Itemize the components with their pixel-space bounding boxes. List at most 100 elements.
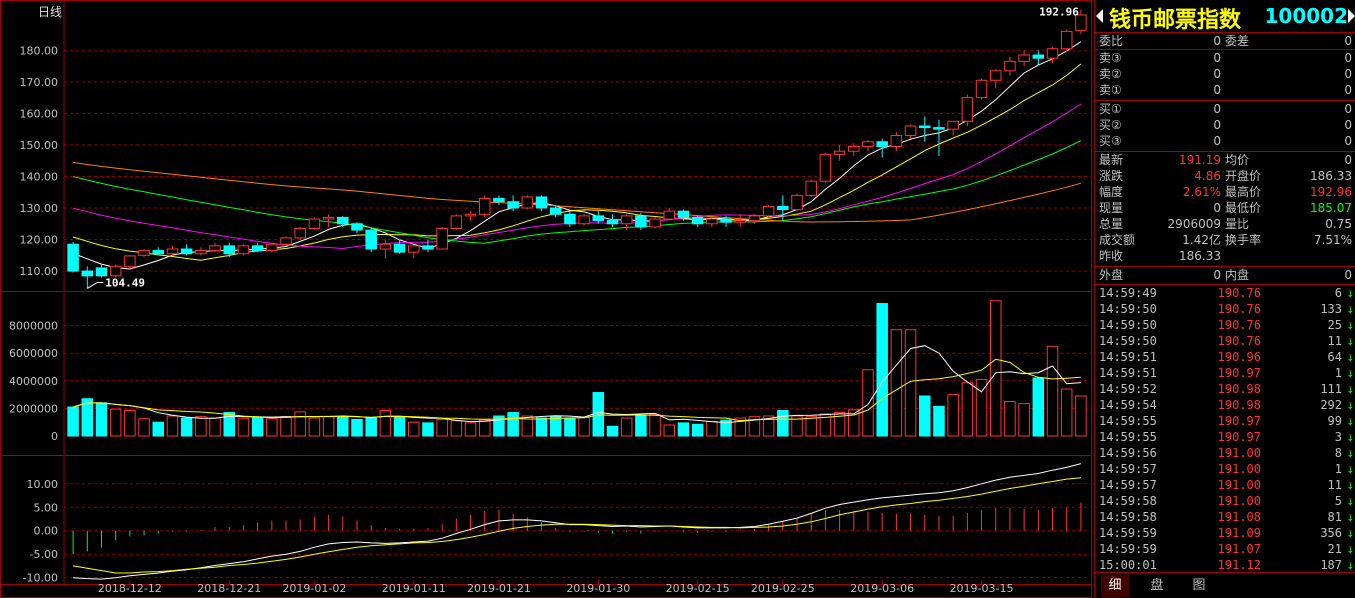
candle-body	[337, 216, 349, 225]
candle-body	[578, 215, 590, 225]
ma-line	[72, 140, 1082, 244]
candle-body	[67, 243, 79, 272]
low-annotation: 104.49	[105, 276, 145, 289]
volume-bar	[1004, 401, 1016, 437]
outer-inner-row: 外盘 0 内盘 0	[1095, 267, 1355, 283]
volume-bar	[663, 424, 676, 437]
volume-bar	[620, 417, 633, 437]
volume-bar	[706, 421, 718, 437]
tick-row: 14:59:59 191.09 356 ↓	[1095, 525, 1355, 541]
quote-title-bar: 钱币邮票指数 100002	[1095, 0, 1355, 33]
tick-price: 190.76	[1217, 334, 1261, 348]
outer-value: 0	[1213, 268, 1221, 282]
sell-volume: 0	[1344, 83, 1352, 97]
candle-body	[237, 245, 250, 255]
volume-tick-label: 4000000	[9, 375, 58, 388]
tab-chart[interactable]: 图	[1185, 575, 1213, 597]
candle-body	[209, 245, 221, 252]
prev-arrow-icon[interactable]	[1096, 9, 1103, 23]
sell-level-row: 卖② 0 0	[1095, 66, 1355, 82]
stat-value-right: 185.07	[1310, 201, 1352, 215]
stat-row: 昨收 186.33	[1095, 248, 1355, 264]
buy-level-label: 买①	[1099, 102, 1122, 116]
volume-bar	[280, 416, 292, 437]
sell-level-label: 卖①	[1099, 83, 1122, 97]
tick-price: 190.76	[1217, 286, 1261, 300]
down-arrow-icon: ↓	[1346, 526, 1354, 540]
candle-body	[1060, 30, 1073, 50]
candle-body	[734, 220, 746, 223]
tick-time: 14:59:49	[1099, 286, 1157, 300]
down-arrow-icon: ↓	[1346, 334, 1354, 348]
tick-price: 191.00	[1217, 494, 1261, 508]
candle-body	[379, 243, 392, 250]
next-arrow-icon[interactable]	[1348, 9, 1355, 23]
stat-value-left: 2.61%	[1182, 185, 1221, 199]
candle-body	[549, 207, 562, 215]
candle-body	[180, 248, 193, 255]
tick-volume: 11	[1327, 334, 1342, 348]
down-arrow-icon: ↓	[1346, 382, 1354, 396]
buy-volume: 0	[1344, 118, 1352, 132]
tick-time: 14:59:57	[1099, 478, 1157, 492]
tick-price: 190.97	[1217, 414, 1261, 428]
sell-volume: 0	[1344, 67, 1352, 81]
candle-body	[422, 245, 434, 250]
volume-bar	[564, 417, 576, 437]
x-tick-label: 2018-12-12	[98, 582, 162, 595]
stat-label-left: 现量	[1099, 201, 1124, 215]
candle-body	[748, 215, 761, 222]
volume-bar	[1032, 377, 1045, 437]
tab-detail[interactable]: 细	[1101, 575, 1129, 597]
candle-body	[365, 229, 377, 250]
candle-body	[961, 97, 974, 122]
tick-time: 14:59:54	[1099, 398, 1157, 412]
down-arrow-icon: ↓	[1346, 494, 1354, 508]
chart-frame	[0, 0, 1092, 598]
volume-bar	[450, 420, 463, 437]
volume-bar	[933, 405, 945, 437]
x-tick-label: 2018-12-21	[197, 582, 261, 595]
tick-row: 14:59:50 190.76 11 ↓	[1095, 333, 1355, 349]
down-arrow-icon: ↓	[1346, 542, 1354, 556]
stat-label-left: 成交额	[1099, 233, 1136, 247]
low-annotation-line	[87, 281, 104, 289]
candle-body	[777, 205, 789, 211]
candle-body	[450, 215, 463, 229]
volume-bar	[691, 423, 704, 437]
tick-volume: 133	[1320, 302, 1342, 316]
down-arrow-icon: ↓	[1346, 430, 1354, 444]
candle-body	[989, 70, 1002, 81]
index-code: 100002	[1264, 4, 1349, 28]
stat-label-right: 换手率	[1225, 233, 1262, 247]
macd-tick-label: 10.00	[27, 478, 59, 491]
candle-body	[564, 213, 576, 225]
volume-bar	[635, 414, 647, 437]
volume-bar	[379, 409, 392, 437]
sell-level-row: 卖① 0 0	[1095, 82, 1355, 98]
candle-body	[322, 216, 335, 220]
volume-bar	[677, 422, 690, 437]
candle-body	[351, 223, 363, 231]
stat-value-right: 186.33	[1310, 169, 1352, 183]
tick-volume: 1	[1334, 366, 1342, 380]
buy-volume: 0	[1344, 102, 1352, 116]
volume-bar	[649, 414, 661, 437]
stat-label-right: 最高价	[1225, 185, 1262, 199]
candle-body	[919, 125, 931, 129]
macd-tick-label: 5.00	[34, 501, 59, 514]
outer-label: 外盘	[1099, 268, 1124, 282]
tab-orderbook[interactable]: 盘	[1143, 575, 1171, 597]
kline-chart[interactable]: 日线 110.00 120.00 130.00 140.00 150.00 160.00 17…	[0, 0, 1092, 598]
tick-time: 14:59:50	[1099, 318, 1157, 332]
quote-panel: 钱币邮票指数 100002 委比 0 委差 0 卖③ 0 0 卖② 0 0 卖① 0 0 买① 0 0 买② 0 0…	[1094, 0, 1355, 598]
volume-bar	[152, 421, 165, 437]
volume-bar	[890, 329, 903, 437]
tick-volume: 11	[1327, 478, 1342, 492]
volume-bar	[237, 418, 250, 437]
tick-row: 14:59:55 190.97 3 ↓	[1095, 429, 1355, 445]
volume-bar	[436, 418, 448, 437]
volume-bar	[322, 416, 335, 437]
tick-row: 14:59:54 190.98 292 ↓	[1095, 397, 1355, 413]
down-arrow-icon: ↓	[1346, 398, 1354, 412]
